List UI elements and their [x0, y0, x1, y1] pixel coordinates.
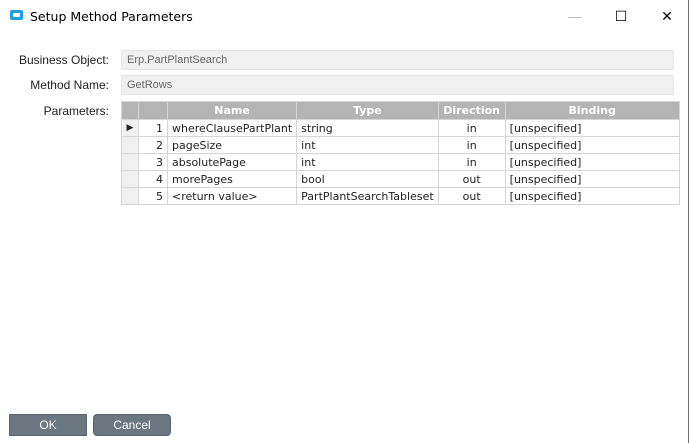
maximize-button[interactable]: ☐: [606, 4, 636, 28]
param-name-cell[interactable]: <return value>: [166, 187, 298, 205]
param-binding-cell[interactable]: [unspecified]: [504, 136, 680, 154]
table-row[interactable]: 2 pageSize int in [unspecified]: [121, 136, 680, 154]
business-object-field[interactable]: Erp.PartPlantSearch: [121, 50, 674, 70]
row-number: 4: [138, 170, 168, 188]
row-header[interactable]: [121, 170, 139, 188]
row-number: 5: [138, 187, 168, 205]
param-name-cell[interactable]: pageSize: [166, 136, 298, 154]
param-type-cell[interactable]: bool: [296, 170, 439, 188]
row-header[interactable]: [121, 136, 139, 154]
window-title: Setup Method Parameters: [30, 9, 193, 24]
param-name-cell[interactable]: absolutePage: [166, 153, 298, 171]
title-bar: Setup Method Parameters — ☐ ✕: [0, 0, 688, 32]
app-icon: [10, 10, 23, 20]
param-binding-cell[interactable]: [unspecified]: [504, 170, 680, 188]
table-row[interactable]: 4 morePages bool out [unspecified]: [121, 170, 680, 188]
parameters-grid: Name Type Direction Binding ▶ 1 whereCla…: [121, 101, 680, 205]
row-number: 3: [138, 153, 168, 171]
row-number: 1: [138, 119, 168, 137]
column-header-direction[interactable]: Direction: [437, 101, 506, 120]
row-header[interactable]: [121, 187, 139, 205]
column-header-binding[interactable]: Binding: [504, 101, 680, 120]
param-name-cell[interactable]: morePages: [166, 170, 298, 188]
table-row[interactable]: ▶ 1 whereClausePartPlant string in [unsp…: [121, 119, 680, 137]
param-direction-cell[interactable]: out: [437, 187, 506, 205]
parameters-label: Parameters:: [43, 104, 109, 118]
column-header-type[interactable]: Type: [296, 101, 439, 120]
param-direction-cell[interactable]: in: [437, 119, 506, 137]
method-name-field[interactable]: GetRows: [121, 75, 674, 95]
param-type-cell[interactable]: int: [296, 153, 439, 171]
param-type-cell[interactable]: PartPlantSearchTableset: [296, 187, 439, 205]
close-button[interactable]: ✕: [652, 4, 682, 28]
param-binding-cell[interactable]: [unspecified]: [504, 119, 680, 137]
minimize-button[interactable]: —: [560, 4, 590, 28]
column-header-name[interactable]: Name: [166, 101, 298, 120]
table-row[interactable]: 5 <return value> PartPlantSearchTableset…: [121, 187, 680, 205]
setup-method-parameters-dialog: Setup Method Parameters — ☐ ✕ Business O…: [0, 0, 689, 443]
param-binding-cell[interactable]: [unspecified]: [504, 187, 680, 205]
cancel-button[interactable]: Cancel: [93, 414, 171, 436]
method-name-label: Method Name:: [30, 78, 109, 92]
row-header-corner: [121, 101, 139, 120]
row-number: 2: [138, 136, 168, 154]
param-name-cell[interactable]: whereClausePartPlant: [166, 119, 298, 137]
param-type-cell[interactable]: int: [296, 136, 439, 154]
ok-button[interactable]: OK: [9, 414, 87, 436]
business-object-label: Business Object:: [18, 53, 109, 67]
param-direction-cell[interactable]: in: [437, 153, 506, 171]
param-direction-cell[interactable]: out: [437, 170, 506, 188]
param-binding-cell[interactable]: [unspecified]: [504, 153, 680, 171]
current-row-arrow-icon[interactable]: ▶: [121, 119, 139, 137]
column-header-number: [138, 101, 168, 120]
row-header[interactable]: [121, 153, 139, 171]
param-direction-cell[interactable]: in: [437, 136, 506, 154]
param-type-cell[interactable]: string: [296, 119, 439, 137]
table-row[interactable]: 3 absolutePage int in [unspecified]: [121, 153, 680, 171]
